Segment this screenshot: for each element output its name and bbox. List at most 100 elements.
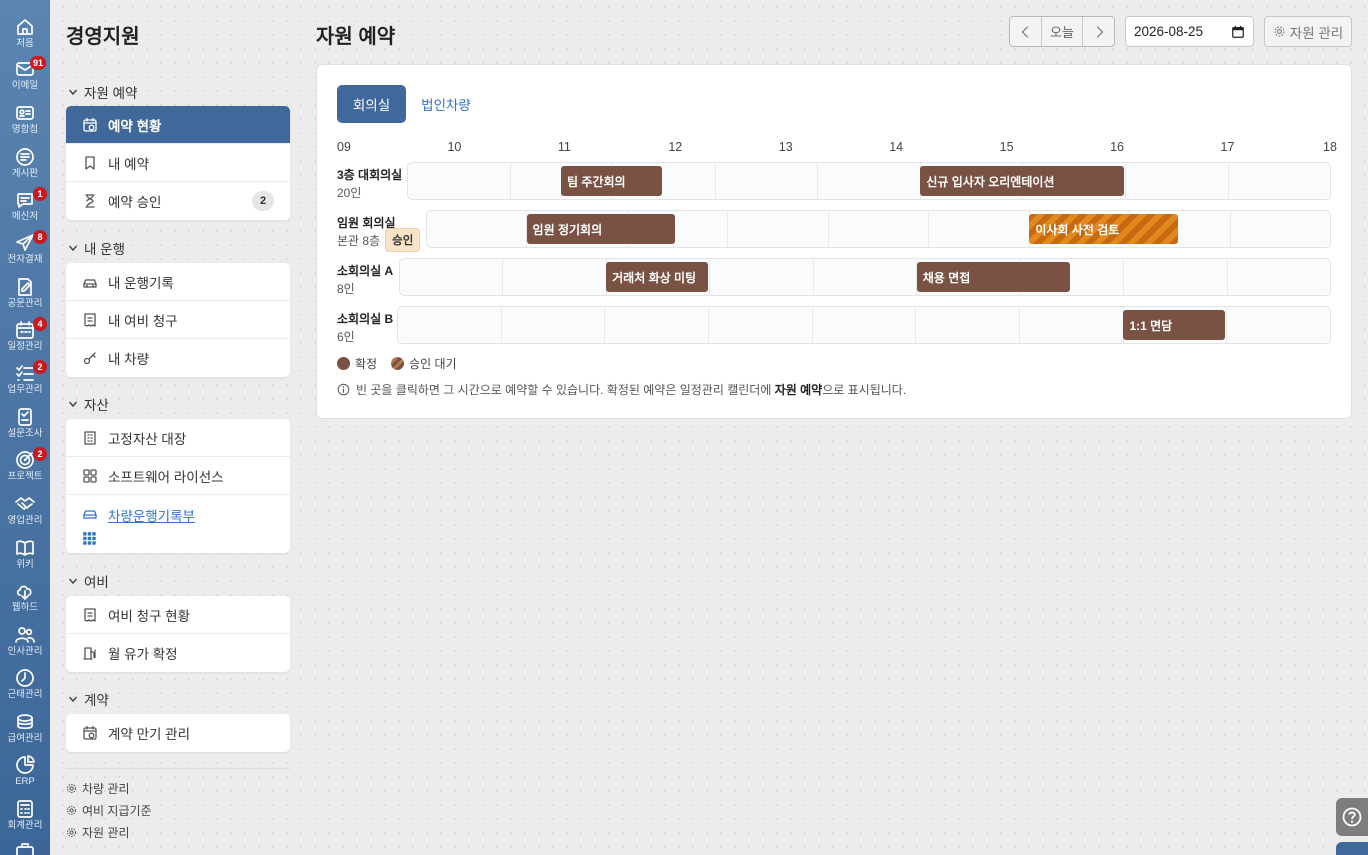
time-slot[interactable]: [728, 211, 829, 247]
sidebar-item-travel-claim-status[interactable]: 여비 청구 현황: [66, 596, 290, 634]
hour-label: 15: [999, 140, 1014, 154]
page-title: 자원 예약: [316, 26, 396, 48]
rail-item-document-edit[interactable]: 공문관리: [0, 276, 50, 316]
rail-item-survey[interactable]: 설문조사: [0, 406, 50, 446]
confirmed-reservation[interactable]: 채용 면접: [916, 262, 1071, 292]
rail-item-messenger[interactable]: 메신저 1: [0, 187, 50, 229]
date-picker[interactable]: 2026-08-25: [1125, 16, 1254, 47]
rail-item-target[interactable]: 프로젝트 2: [0, 447, 50, 489]
rail-item-mail[interactable]: 이메일 91: [0, 56, 50, 98]
rail-item-home[interactable]: 처음: [0, 16, 50, 56]
next-day-button[interactable]: [1083, 17, 1114, 46]
gear-icon: [66, 783, 77, 793]
group-contracts[interactable]: 계약: [68, 689, 109, 709]
rail-badge: 1: [33, 187, 47, 201]
time-slot[interactable]: [1124, 259, 1228, 295]
confirmed-reservation[interactable]: 팀 주간회의: [561, 166, 662, 196]
time-slot[interactable]: [400, 259, 504, 295]
rail-item-contact-card[interactable]: 명함첩: [0, 102, 50, 142]
rail-item-book[interactable]: 위키: [0, 537, 50, 577]
time-slot[interactable]: [408, 163, 511, 199]
time-slot[interactable]: [1229, 163, 1331, 199]
vehicle-manage-link[interactable]: 차량 관리: [66, 777, 290, 799]
time-slot[interactable]: [929, 211, 1030, 247]
rail-item-clock[interactable]: 근태관리: [0, 667, 50, 707]
time-slot[interactable]: [503, 259, 607, 295]
time-slot[interactable]: [716, 163, 819, 199]
sidebar-item-label: 내 여비 청구: [108, 313, 178, 329]
confirmed-reservation[interactable]: 임원 정기회의: [526, 214, 676, 244]
home-icon: [17, 19, 33, 35]
key-icon: [83, 352, 96, 365]
time-slot[interactable]: [818, 163, 921, 199]
rail-item-calendar[interactable]: 일정관리 4: [0, 317, 50, 359]
rail-item-more[interactable]: [0, 840, 50, 855]
resource-manage-link[interactable]: 자원 관리: [66, 821, 290, 843]
calendar-check-icon: [83, 117, 97, 132]
group-label: 자산: [84, 398, 109, 413]
group-resource-reservation[interactable]: 자원 예약: [68, 82, 137, 102]
group-travel-expense[interactable]: 여비: [68, 571, 109, 591]
time-slot[interactable]: [1228, 259, 1330, 295]
pending-reservation[interactable]: 이사회 사전 검토: [1029, 214, 1179, 244]
sidebar-item-my-reservations[interactable]: 내 예약: [66, 144, 290, 182]
rail-item-coins[interactable]: 급여관리: [0, 711, 50, 751]
sidebar-item-reservation-status[interactable]: 예약 현황: [66, 106, 290, 144]
room-sub-label: 8인: [337, 282, 355, 296]
sidebar-item-contract-expiry[interactable]: 계약 만기 관리: [66, 714, 290, 752]
confirmed-reservation[interactable]: 신규 입사자 오리엔테이션: [920, 166, 1124, 196]
group-my-driving[interactable]: 내 운행: [68, 238, 125, 258]
sidebar-item-fixed-asset-ledger[interactable]: 고정자산 대장: [66, 419, 290, 457]
settings-float-button[interactable]: [1336, 842, 1368, 855]
time-slot[interactable]: [1020, 307, 1124, 343]
resource-manage-label: 자원 관리: [1289, 25, 1344, 41]
time-slot[interactable]: [710, 259, 814, 295]
tab-company-car[interactable]: 법인차량: [421, 85, 471, 123]
rail-item-people[interactable]: 인사관리: [0, 624, 50, 664]
rail-item-pie-chart[interactable]: ERP: [0, 754, 50, 794]
time-slot[interactable]: [814, 259, 918, 295]
rail-item-task-list[interactable]: 업무관리 2: [0, 360, 50, 402]
time-slot[interactable]: [1227, 307, 1330, 343]
sidebar-item-my-vehicle[interactable]: 내 차량: [66, 339, 290, 377]
confirmed-reservation[interactable]: 1:1 면담: [1123, 310, 1226, 340]
rail-item-cloud[interactable]: 웹하드: [0, 580, 50, 620]
rail-item-handshake[interactable]: 영업관리: [0, 493, 50, 533]
prev-day-button[interactable]: [1010, 17, 1041, 46]
footer-link-label: 자원 관리: [82, 825, 130, 840]
confirmed-reservation[interactable]: 거래처 화상 미팅: [606, 262, 708, 292]
time-slot[interactable]: [1231, 211, 1330, 247]
contact-card-icon: [16, 106, 34, 120]
time-slot[interactable]: [502, 307, 606, 343]
calculator-icon: [17, 800, 33, 818]
sidebar-item-reservation-approval[interactable]: 예약 승인 2: [66, 182, 290, 220]
hint-post: 으로 표시됩니다.: [822, 383, 907, 397]
rail-item-calculator[interactable]: 회계관리: [0, 798, 50, 838]
bookmark-icon: [85, 155, 95, 170]
travel-standard-link[interactable]: 여비 지급기준: [66, 799, 290, 821]
hour-label: 17: [1220, 140, 1235, 154]
sidebar-item-my-travel-claim[interactable]: 내 여비 청구: [66, 301, 290, 339]
time-slot[interactable]: [916, 307, 1021, 343]
building-icon: [84, 430, 96, 445]
resource-manage-button[interactable]: 자원 관리: [1264, 16, 1352, 47]
time-slot[interactable]: [709, 307, 813, 343]
group-assets[interactable]: 자산: [68, 394, 109, 414]
date-nav: 오늘: [1009, 16, 1115, 47]
sidebar-item-software-license[interactable]: 소프트웨어 라이선스: [66, 457, 290, 495]
time-slot[interactable]: [398, 307, 502, 343]
group-label: 자원 예약: [84, 86, 138, 101]
time-slot[interactable]: [813, 307, 917, 343]
rail-item-paper-plane[interactable]: 전자결재 8: [0, 230, 50, 272]
sidebar-item-my-trip-log[interactable]: 내 운행기록: [66, 263, 290, 301]
time-slot[interactable]: [829, 211, 930, 247]
time-slot[interactable]: [1126, 163, 1229, 199]
sidebar-item-vehicle-log-book[interactable]: 차량운행기록부: [66, 495, 290, 553]
today-button[interactable]: 오늘: [1041, 17, 1083, 46]
rail-item-board[interactable]: 게시판: [0, 146, 50, 186]
help-button[interactable]: [1336, 798, 1368, 836]
time-slot[interactable]: [605, 307, 710, 343]
time-slot[interactable]: [427, 211, 528, 247]
sidebar-item-monthly-fuel-price[interactable]: 월 유가 확정: [66, 634, 290, 672]
tab-meeting-room[interactable]: 회의실: [337, 85, 406, 123]
